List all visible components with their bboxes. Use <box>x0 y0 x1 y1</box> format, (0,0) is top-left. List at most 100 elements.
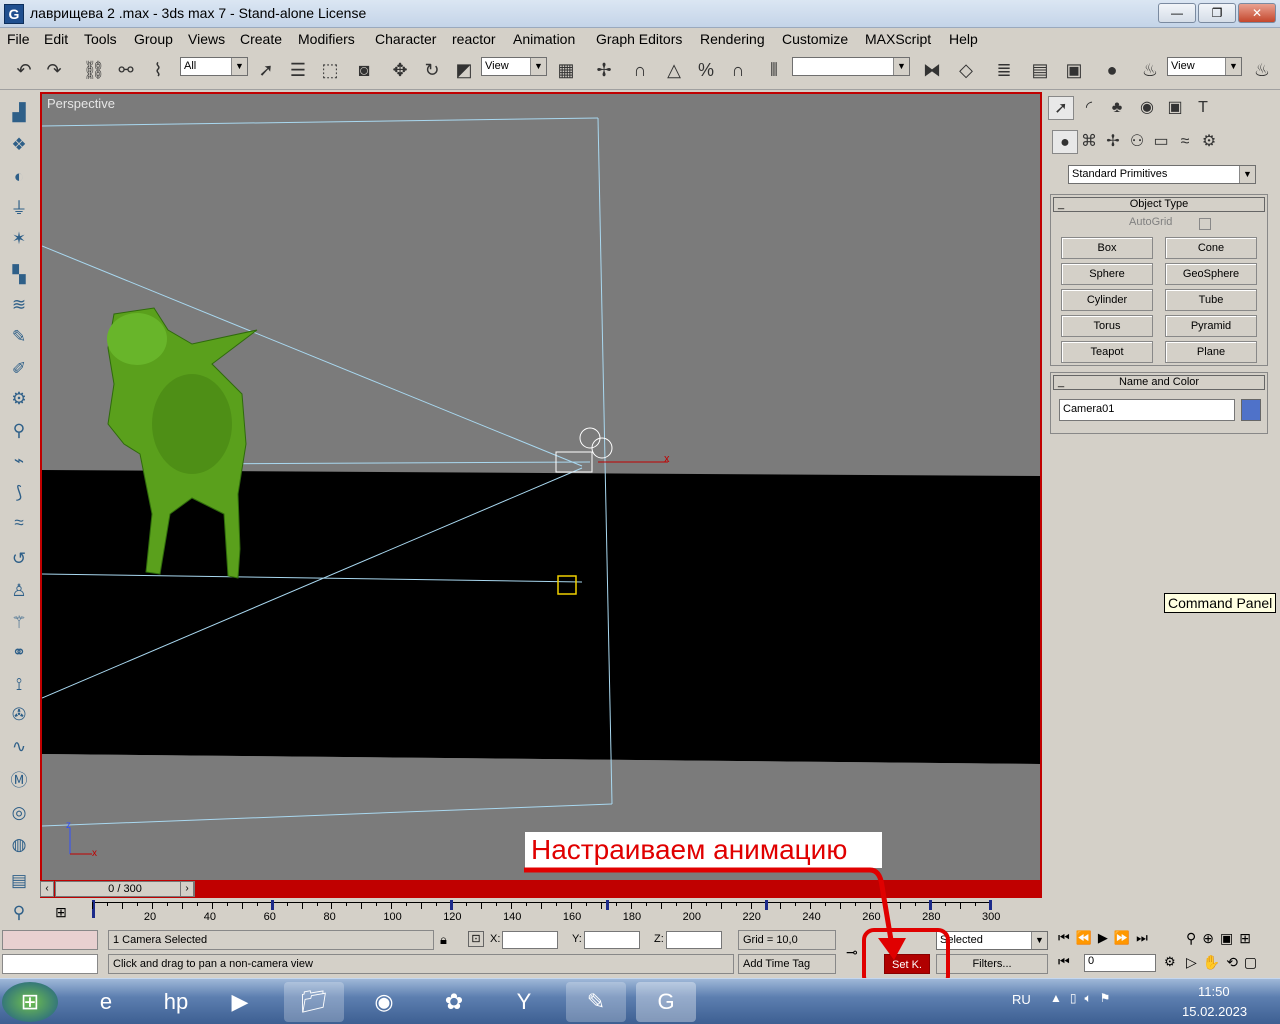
menu-create[interactable]: Create <box>240 31 282 47</box>
utilities-tab-icon[interactable]: T <box>1190 96 1216 120</box>
modify-tab-icon[interactable]: ◜ <box>1076 96 1102 120</box>
time-next-arrow-icon[interactable]: › <box>180 881 194 897</box>
key-mode-toggle-icon[interactable]: ⏮ <box>1058 954 1070 970</box>
redo-icon[interactable]: ↷ <box>40 56 68 84</box>
move-icon[interactable]: ✥ <box>386 56 414 84</box>
track-bar-toggle-icon[interactable]: ⊞ <box>52 904 70 922</box>
start-button[interactable]: ⊞ <box>2 982 58 1022</box>
language-indicator[interactable]: RU <box>1012 992 1031 1007</box>
bird-icon[interactable]: ⌁ <box>6 448 32 474</box>
selection-filter-dropdown[interactable]: All ▼ <box>180 57 248 76</box>
camera-object[interactable] <box>555 427 613 473</box>
angle-snap-icon[interactable]: △ <box>660 56 688 84</box>
display-tab-icon[interactable]: ▣ <box>1162 96 1188 120</box>
sphere-button[interactable]: Sphere <box>1061 263 1153 285</box>
cloth-icon[interactable]: ◍ <box>6 832 32 858</box>
category-dropdown[interactable]: Standard Primitives ▼ <box>1068 165 1256 184</box>
create-tab-icon[interactable]: ➚ <box>1048 96 1074 120</box>
motion-icon[interactable]: Ⓜ <box>6 768 32 794</box>
object-color-swatch[interactable] <box>1241 399 1261 421</box>
time-prev-arrow-icon[interactable]: ‹ <box>40 881 54 897</box>
align-icon[interactable]: ◇ <box>952 56 980 84</box>
yandex-browser-icon[interactable]: Y <box>494 982 554 1022</box>
ik-icon[interactable]: ⟟ <box>6 672 32 698</box>
maxscript-listener-field[interactable] <box>2 930 98 950</box>
autogrid-checkbox[interactable] <box>1199 218 1211 230</box>
bone-icon[interactable]: ⚚ <box>6 610 32 636</box>
undo-icon[interactable]: ↶ <box>10 56 38 84</box>
keyframe-marker[interactable] <box>450 900 454 910</box>
time-config-icon[interactable]: ⚙ <box>1164 954 1176 970</box>
material-editor-icon[interactable]: ● <box>1098 56 1126 84</box>
current-frame-field[interactable]: 0 <box>1084 954 1156 972</box>
menu-graph-editors[interactable]: Graph Editors <box>596 31 682 47</box>
shapes-category-icon[interactable]: ⌘ <box>1076 130 1102 154</box>
file-explorer-icon[interactable]: 📁︎ <box>284 982 344 1022</box>
internet-explorer-icon[interactable]: e <box>76 982 136 1022</box>
tray-icons[interactable]: ▲▯🔈︎⚑ <box>1050 991 1118 1006</box>
menu-help[interactable]: Help <box>949 31 978 47</box>
menu-rendering[interactable]: Rendering <box>700 31 765 47</box>
menu-modifiers[interactable]: Modifiers <box>298 31 355 47</box>
name-and-color-title[interactable]: _ Name and Color <box>1053 375 1265 390</box>
maxscript-input-field[interactable] <box>2 954 98 974</box>
tube-button[interactable]: Tube <box>1165 289 1257 311</box>
systems-category-icon[interactable]: ⚙ <box>1196 130 1222 154</box>
stack-icon[interactable]: ≋ <box>6 292 32 318</box>
rectangular-selection-icon[interactable]: ⬚ <box>316 56 344 84</box>
script-icon[interactable]: ▤ <box>6 868 32 894</box>
minimize-button[interactable]: — <box>1158 3 1196 23</box>
cone-button[interactable]: Cone <box>1165 237 1257 259</box>
close-button[interactable]: ✕ <box>1238 3 1276 23</box>
photo-app-icon[interactable]: ✿ <box>424 982 484 1022</box>
keyframe-marker[interactable] <box>989 900 992 910</box>
named-selection-dropdown[interactable]: ▼ <box>792 57 910 76</box>
viewport-nav-row1[interactable]: ⚲⊕▣⊞ <box>1186 930 1257 947</box>
pivot-center-icon[interactable]: ▦ <box>552 56 580 84</box>
named-selection-icon[interactable]: ⦀ <box>760 56 788 84</box>
keyframe-marker[interactable] <box>270 900 274 910</box>
menu-maxscript[interactable]: MAXScript <box>865 31 931 47</box>
restore-button[interactable]: ❐ <box>1198 3 1236 23</box>
menu-tools[interactable]: Tools <box>84 31 117 47</box>
figure-icon[interactable]: ⟆ <box>6 480 32 506</box>
playback-controls[interactable]: ⏮⏪▶⏩⏭ <box>1058 930 1154 946</box>
swirl-icon[interactable]: ↺ <box>6 546 32 572</box>
absolute-mode-icon[interactable]: ⊡ <box>468 931 484 947</box>
spacewarps-category-icon[interactable]: ≈ <box>1172 130 1198 154</box>
select-object-icon[interactable]: ➚ <box>252 56 280 84</box>
scale-icon[interactable]: ◩ <box>450 56 478 84</box>
percent-snap-icon[interactable]: % <box>692 56 720 84</box>
render-view-dropdown[interactable]: View ▼ <box>1167 57 1242 76</box>
box-button[interactable]: Box <box>1061 237 1153 259</box>
checker-icon[interactable]: ▚ <box>6 262 32 288</box>
cylinder-button[interactable]: Cylinder <box>1061 289 1153 311</box>
geosphere-button[interactable]: GeoSphere <box>1165 263 1257 285</box>
menu-edit[interactable]: Edit <box>44 31 68 47</box>
snap-3d-icon[interactable]: ∩ <box>626 56 654 84</box>
lock-selection-icon[interactable]: 🔒︎ <box>440 932 447 948</box>
viewport-label[interactable]: Perspective <box>47 96 115 111</box>
3dsmax-taskbar-icon[interactable]: G <box>636 982 696 1022</box>
window-crossing-icon[interactable]: ◙ <box>350 56 378 84</box>
select-link-icon[interactable]: ⛓ <box>80 56 108 84</box>
manipulate-icon[interactable]: ✢ <box>590 56 618 84</box>
plane-button[interactable]: Plane <box>1165 341 1257 363</box>
create-icon[interactable]: ▟ <box>6 100 32 126</box>
gear-icon[interactable]: ⚙ <box>6 386 32 412</box>
schematic-view-icon[interactable]: ▣ <box>1060 56 1088 84</box>
menu-reactor[interactable]: reactor <box>452 31 496 47</box>
teapot-button[interactable]: Teapot <box>1061 341 1153 363</box>
zoom-tool-icon[interactable]: ⚲ <box>6 900 32 926</box>
quick-render-icon[interactable]: ♨ <box>1248 56 1276 84</box>
menu-views[interactable]: Views <box>188 31 225 47</box>
helpers-icon[interactable]: ✶ <box>6 226 32 252</box>
layer-manager-icon[interactable]: ≣ <box>990 56 1018 84</box>
reactor-icon[interactable]: ◎ <box>6 800 32 826</box>
media-player-icon[interactable]: ▶ <box>210 982 270 1022</box>
helpers-category-icon[interactable]: ▭ <box>1148 130 1174 154</box>
mirror-icon[interactable]: ⧓ <box>918 56 946 84</box>
menu-group[interactable]: Group <box>134 31 173 47</box>
viewport-nav-row2[interactable]: ▷✋⟲▢ <box>1186 954 1263 971</box>
cameras-category-icon[interactable]: ⚇ <box>1124 130 1150 154</box>
